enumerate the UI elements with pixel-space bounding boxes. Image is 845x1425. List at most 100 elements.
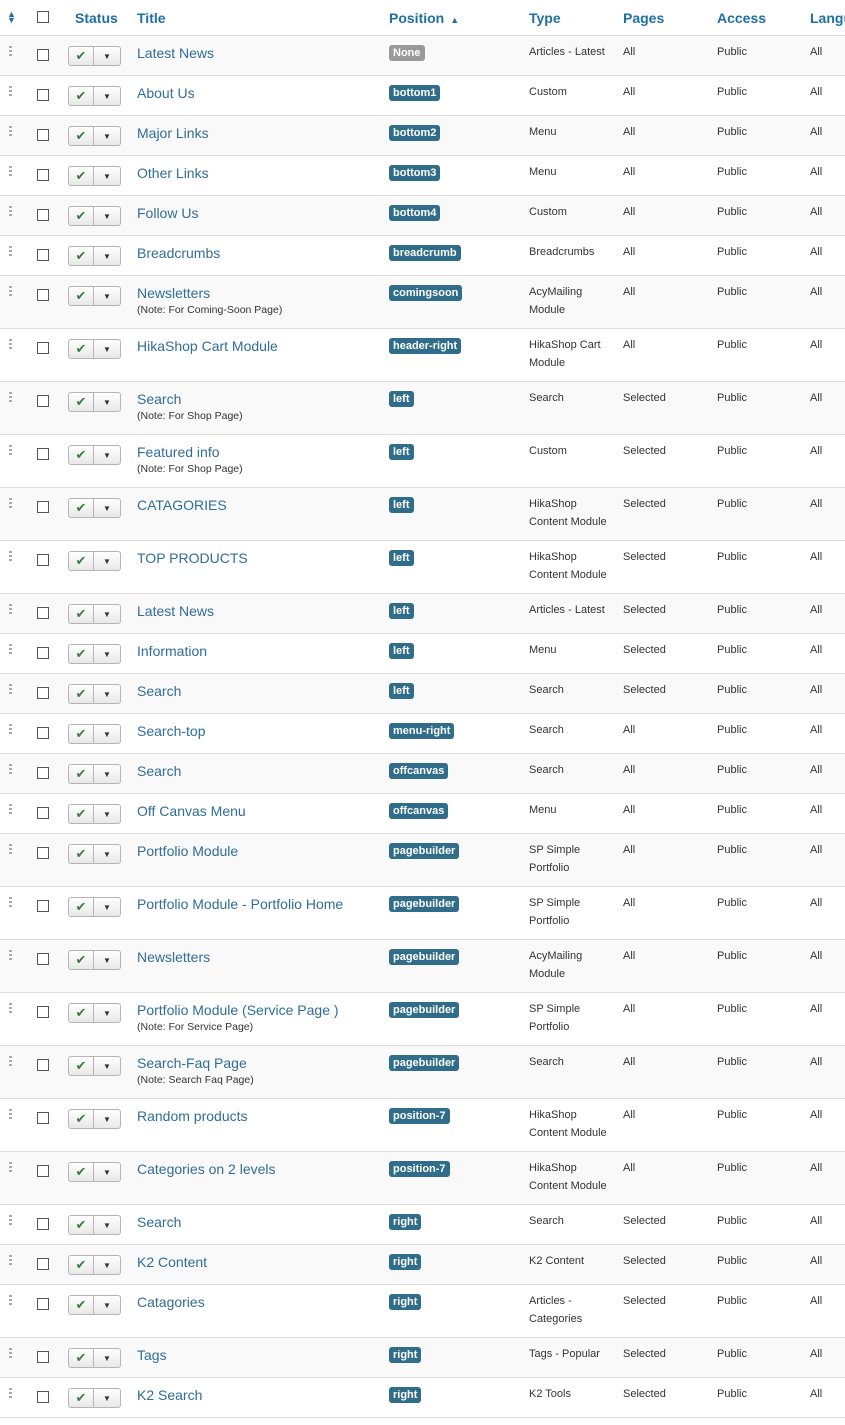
- module-title-link[interactable]: Featured info: [137, 444, 389, 460]
- row-checkbox[interactable]: [37, 687, 49, 699]
- language-sort-link[interactable]: Langu: [810, 10, 845, 26]
- drag-handle-icon[interactable]: [9, 1348, 13, 1358]
- caret-down-icon[interactable]: ▼: [94, 446, 120, 464]
- status-header[interactable]: Status: [68, 0, 137, 36]
- drag-handle-icon[interactable]: [9, 46, 13, 56]
- row-checkbox[interactable]: [37, 448, 49, 460]
- module-title-link[interactable]: Search-Faq Page: [137, 1055, 389, 1071]
- module-title-link[interactable]: K2 Content: [137, 1254, 389, 1270]
- caret-down-icon[interactable]: ▼: [94, 951, 120, 969]
- module-title-link[interactable]: Off Canvas Menu: [137, 803, 389, 819]
- module-title-link[interactable]: TOP PRODUCTS: [137, 550, 389, 566]
- check-icon[interactable]: ✔: [69, 765, 94, 783]
- drag-handle-icon[interactable]: [9, 166, 13, 176]
- check-icon[interactable]: ✔: [69, 725, 94, 743]
- module-title-link[interactable]: Newsletters: [137, 285, 389, 301]
- row-checkbox[interactable]: [37, 289, 49, 301]
- title-sort-link[interactable]: Title: [137, 10, 166, 26]
- drag-handle-icon[interactable]: [9, 1109, 13, 1119]
- row-checkbox[interactable]: [37, 169, 49, 181]
- check-icon[interactable]: ✔: [69, 1004, 94, 1022]
- row-checkbox[interactable]: [37, 501, 49, 513]
- access-sort-link[interactable]: Access: [717, 10, 766, 26]
- drag-handle-icon[interactable]: [9, 897, 13, 907]
- caret-down-icon[interactable]: ▼: [94, 47, 120, 65]
- row-checkbox[interactable]: [37, 342, 49, 354]
- drag-handle-icon[interactable]: [9, 844, 13, 854]
- check-icon[interactable]: ✔: [69, 1110, 94, 1128]
- module-title-link[interactable]: Other Links: [137, 165, 389, 181]
- position-header[interactable]: Position ▲: [389, 0, 529, 36]
- row-checkbox[interactable]: [37, 1059, 49, 1071]
- module-title-link[interactable]: Categories on 2 levels: [137, 1161, 389, 1177]
- row-checkbox[interactable]: [37, 1112, 49, 1124]
- check-icon[interactable]: ✔: [69, 805, 94, 823]
- module-title-link[interactable]: HikaShop Cart Module: [137, 338, 389, 354]
- module-title-link[interactable]: Portfolio Module (Service Page ): [137, 1002, 389, 1018]
- row-checkbox[interactable]: [37, 1165, 49, 1177]
- module-title-link[interactable]: Major Links: [137, 125, 389, 141]
- row-checkbox[interactable]: [37, 607, 49, 619]
- row-checkbox[interactable]: [37, 395, 49, 407]
- drag-handle-icon[interactable]: [9, 644, 13, 654]
- drag-handle-icon[interactable]: [9, 1295, 13, 1305]
- caret-down-icon[interactable]: ▼: [94, 393, 120, 411]
- drag-handle-icon[interactable]: [9, 126, 13, 136]
- row-checkbox[interactable]: [37, 1351, 49, 1363]
- drag-handle-icon[interactable]: [9, 445, 13, 455]
- check-icon[interactable]: ✔: [69, 393, 94, 411]
- drag-handle-icon[interactable]: [9, 339, 13, 349]
- row-checkbox[interactable]: [37, 1298, 49, 1310]
- module-title-link[interactable]: Tags: [137, 1347, 389, 1363]
- row-checkbox[interactable]: [37, 953, 49, 965]
- select-all-checkbox[interactable]: [37, 11, 49, 23]
- row-checkbox[interactable]: [37, 209, 49, 221]
- check-icon[interactable]: ✔: [69, 898, 94, 916]
- module-title-link[interactable]: About Us: [137, 85, 389, 101]
- status-sort-link[interactable]: Status: [75, 10, 118, 26]
- caret-down-icon[interactable]: ▼: [94, 207, 120, 225]
- row-checkbox[interactable]: [37, 727, 49, 739]
- module-title-link[interactable]: Latest News: [137, 603, 389, 619]
- caret-down-icon[interactable]: ▼: [94, 247, 120, 265]
- caret-down-icon[interactable]: ▼: [94, 340, 120, 358]
- row-checkbox[interactable]: [37, 900, 49, 912]
- module-title-link[interactable]: Portfolio Module: [137, 843, 389, 859]
- module-title-link[interactable]: Search: [137, 683, 389, 699]
- row-checkbox[interactable]: [37, 767, 49, 779]
- drag-handle-icon[interactable]: [9, 1388, 13, 1398]
- title-header[interactable]: Title: [137, 0, 389, 36]
- drag-handle-icon[interactable]: [9, 684, 13, 694]
- module-title-link[interactable]: Follow Us: [137, 205, 389, 221]
- drag-handle-icon[interactable]: [9, 246, 13, 256]
- caret-down-icon[interactable]: ▼: [94, 685, 120, 703]
- caret-down-icon[interactable]: ▼: [94, 645, 120, 663]
- module-title-link[interactable]: K2 Search: [137, 1387, 389, 1403]
- caret-down-icon[interactable]: ▼: [94, 1057, 120, 1075]
- caret-down-icon[interactable]: ▼: [94, 1389, 120, 1407]
- row-checkbox[interactable]: [37, 1218, 49, 1230]
- row-checkbox[interactable]: [37, 807, 49, 819]
- row-checkbox[interactable]: [37, 249, 49, 261]
- check-icon[interactable]: ✔: [69, 1296, 94, 1314]
- drag-handle-icon[interactable]: [9, 1056, 13, 1066]
- check-icon[interactable]: ✔: [69, 1256, 94, 1274]
- check-icon[interactable]: ✔: [69, 499, 94, 517]
- check-icon[interactable]: ✔: [69, 340, 94, 358]
- caret-down-icon[interactable]: ▼: [94, 1110, 120, 1128]
- drag-handle-icon[interactable]: [9, 392, 13, 402]
- check-icon[interactable]: ✔: [69, 287, 94, 305]
- type-sort-link[interactable]: Type: [529, 10, 561, 26]
- pages-header[interactable]: Pages: [623, 0, 717, 36]
- check-icon[interactable]: ✔: [69, 1389, 94, 1407]
- module-title-link[interactable]: Catagories: [137, 1294, 389, 1310]
- check-icon[interactable]: ✔: [69, 845, 94, 863]
- drag-handle-icon[interactable]: [9, 206, 13, 216]
- caret-down-icon[interactable]: ▼: [94, 499, 120, 517]
- check-icon[interactable]: ✔: [69, 1216, 94, 1234]
- check-icon[interactable]: ✔: [69, 552, 94, 570]
- sort-icon[interactable]: ▲ ▼: [7, 9, 16, 24]
- caret-down-icon[interactable]: ▼: [94, 898, 120, 916]
- module-title-link[interactable]: Information: [137, 643, 389, 659]
- module-title-link[interactable]: Portfolio Module - Portfolio Home: [137, 896, 389, 912]
